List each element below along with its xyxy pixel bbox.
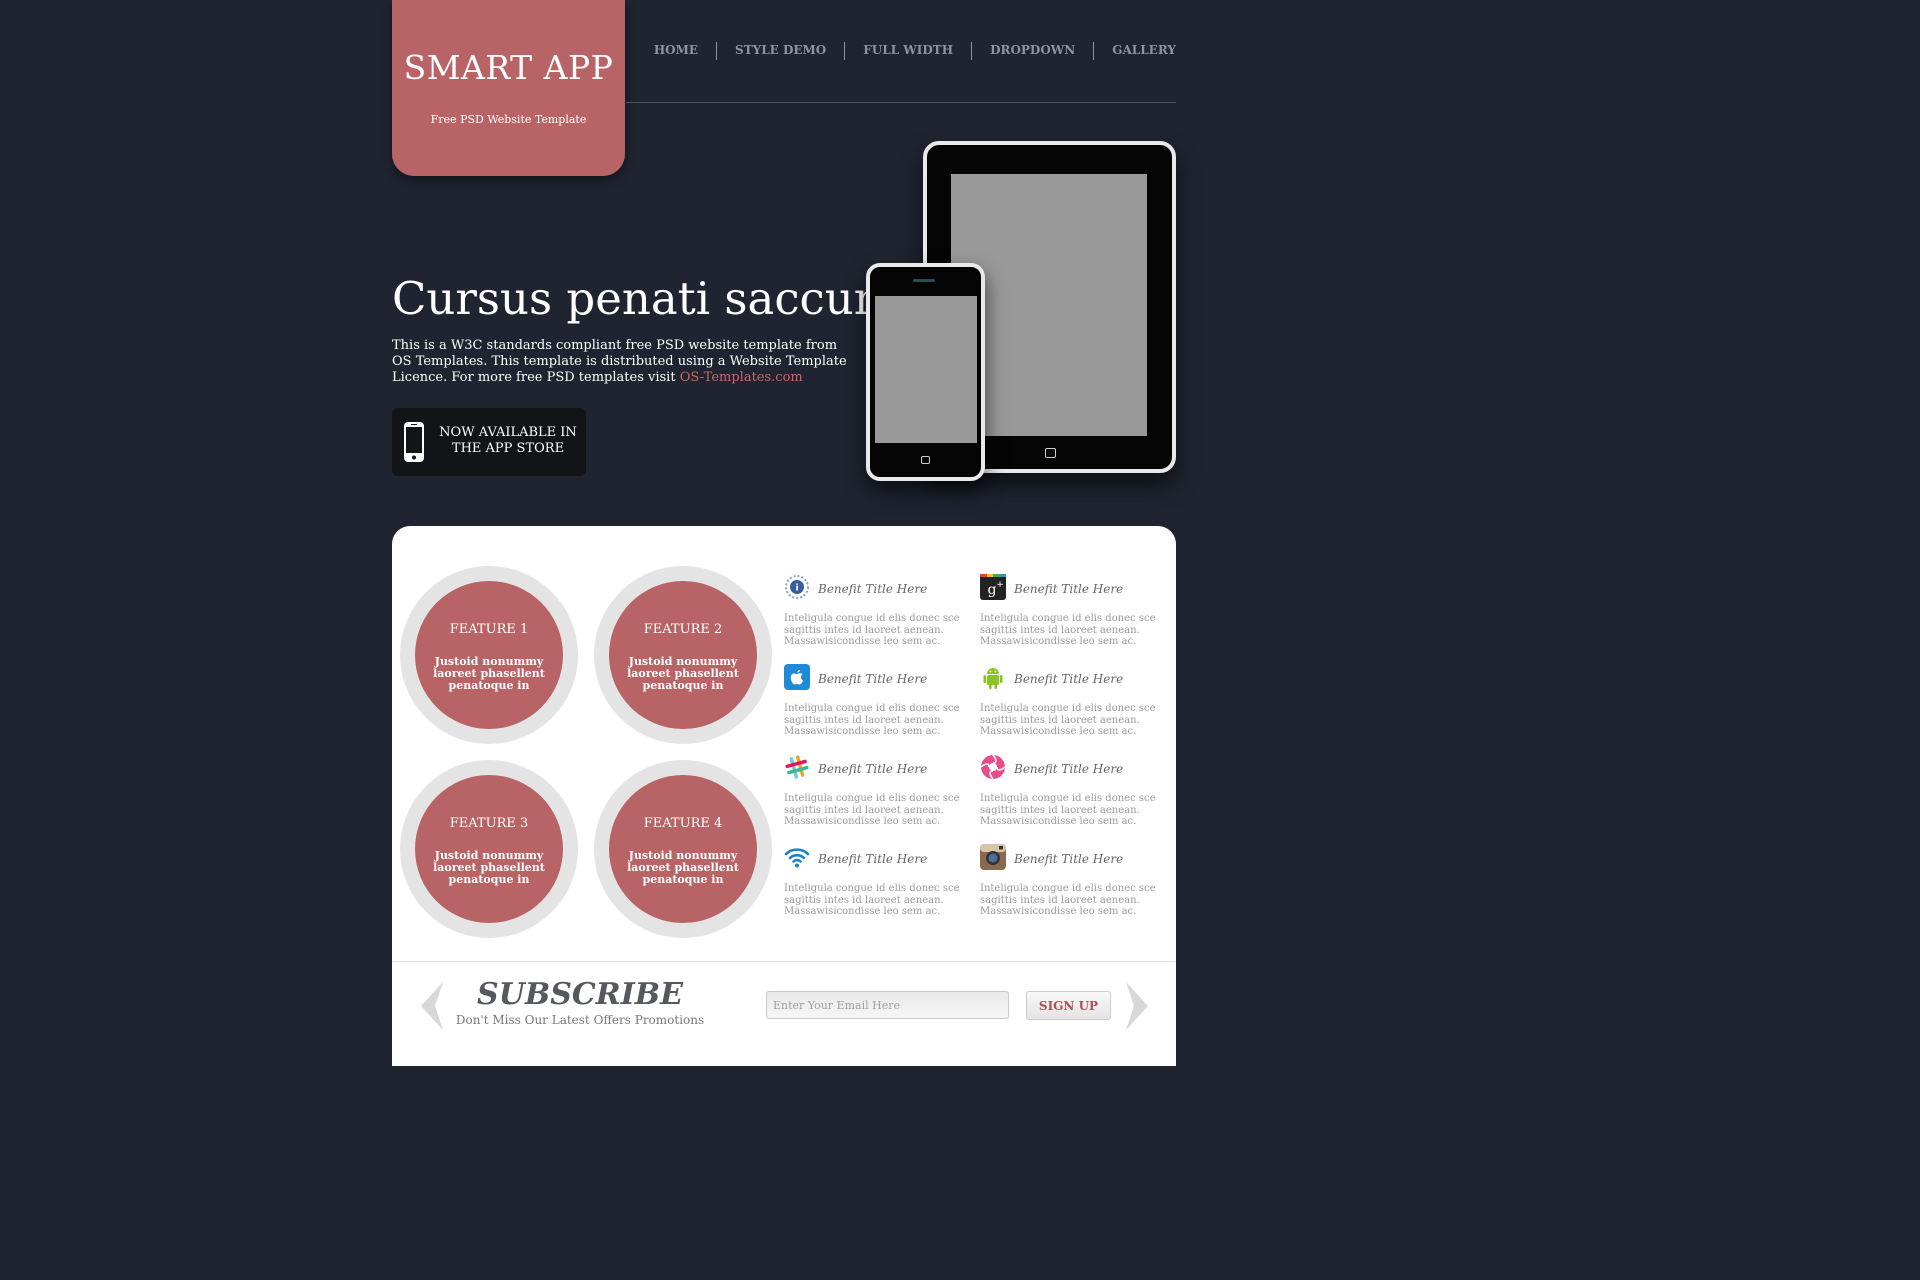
nav-item-dropdown[interactable]: DROPDOWN	[971, 42, 1093, 60]
logo-subtitle: Free PSD Website Template	[430, 113, 587, 126]
feature-2[interactable]: FEATURE 2 Justoid nonummy laoreet phasel…	[609, 581, 757, 729]
benefit-text: Inteligula congue id elis donec sce sagi…	[980, 883, 1156, 917]
email-input[interactable]	[766, 991, 1009, 1019]
svg-text:i: i	[795, 584, 798, 594]
app-store-label: NOW AVAILABLE IN THE APP STORE	[438, 425, 578, 457]
benefit-title[interactable]: Benefit Title Here	[818, 762, 927, 776]
apple-icon	[784, 664, 810, 690]
subscribe-divider	[392, 961, 1176, 962]
nav-item-gallery[interactable]: GALLERY	[1093, 42, 1176, 60]
hero-text: This is a W3C standards compliant free P…	[392, 338, 854, 386]
feature-3[interactable]: FEATURE 3 Justoid nonummy laoreet phasel…	[415, 775, 563, 923]
subscribe-title: SUBSCRIBE	[477, 977, 683, 1012]
phone-home-button	[921, 456, 930, 464]
benefit-title[interactable]: Benefit Title Here	[818, 672, 927, 686]
benefit-text: Inteligula congue id elis donec sce sagi…	[980, 793, 1156, 827]
feature-title: FEATURE 4	[643, 816, 723, 831]
svg-text:g: g	[988, 582, 997, 598]
benefit-title[interactable]: Benefit Title Here	[1014, 762, 1123, 776]
tablet-home-button	[1045, 448, 1056, 458]
benefit-title[interactable]: Benefit Title Here	[818, 582, 927, 596]
dribbble-icon	[980, 754, 1006, 780]
feature-text: Justoid nonummy laoreet phasellent penat…	[433, 655, 545, 692]
feature-1[interactable]: FEATURE 1 Justoid nonummy laoreet phasel…	[415, 581, 563, 729]
logo-box[interactable]: SMART APP Free PSD Website Template	[392, 0, 625, 176]
feature-title: FEATURE 2	[643, 622, 723, 637]
feature-circle-2: FEATURE 2 Justoid nonummy laoreet phasel…	[594, 566, 772, 744]
benefit-title[interactable]: Benefit Title Here	[1014, 672, 1123, 686]
sign-up-button[interactable]: SIGN UP	[1026, 991, 1111, 1020]
badge-icon: i	[785, 575, 809, 599]
subscribe-subtitle: Don't Miss Our Latest Offers Promotions	[455, 1013, 705, 1027]
feature-text: Justoid nonummy laoreet phasellent penat…	[627, 655, 739, 692]
main-nav: HOME STYLE DEMO FULL WIDTH DROPDOWN GALL…	[654, 42, 1176, 60]
os-templates-link[interactable]: OS-Templates.com	[680, 370, 803, 385]
benefit-text: Inteligula congue id elis donec sce sagi…	[784, 703, 960, 737]
feature-title: FEATURE 3	[449, 816, 529, 831]
app-store-label-line2: THE APP STORE	[451, 441, 565, 456]
benefit-text: Inteligula congue id elis donec sce sagi…	[784, 883, 960, 917]
chevron-left-icon[interactable]	[416, 980, 446, 1032]
feature-circle-3: FEATURE 3 Justoid nonummy laoreet phasel…	[400, 760, 578, 938]
hero-title: Cursus penati saccum.	[392, 272, 911, 325]
benefit-text: Inteligula congue id elis donec sce sagi…	[980, 613, 1156, 647]
feature-text: Justoid nonummy laoreet phasellent penat…	[627, 849, 739, 886]
android-icon	[983, 668, 1003, 689]
nav-item-style-demo[interactable]: STYLE DEMO	[716, 42, 844, 60]
phone-speaker	[913, 279, 935, 282]
wifi-icon	[784, 848, 810, 868]
app-store-label-line1: NOW AVAILABLE IN	[439, 425, 577, 440]
benefit-text: Inteligula congue id elis donec sce sagi…	[784, 793, 960, 827]
chevron-right-icon[interactable]	[1123, 980, 1153, 1032]
benefit-title[interactable]: Benefit Title Here	[818, 852, 927, 866]
instagram-icon	[980, 844, 1006, 870]
nav-divider	[626, 102, 1176, 103]
content-panel: FEATURE 1 Justoid nonummy laoreet phasel…	[392, 526, 1176, 1066]
svg-text:+: +	[996, 580, 1004, 590]
nav-item-full-width[interactable]: FULL WIDTH	[844, 42, 971, 60]
feature-text: Justoid nonummy laoreet phasellent penat…	[433, 849, 545, 886]
benefit-title[interactable]: Benefit Title Here	[1014, 582, 1123, 596]
smartphone-icon	[404, 422, 424, 462]
logo-title: SMART APP	[403, 48, 614, 87]
nav-item-home[interactable]: HOME	[636, 42, 716, 60]
feature-4[interactable]: FEATURE 4 Justoid nonummy laoreet phasel…	[609, 775, 757, 923]
phone-screen	[875, 296, 977, 443]
phone-illustration	[866, 263, 985, 481]
benefit-text: Inteligula congue id elis donec sce sagi…	[980, 703, 1156, 737]
google-plus-icon: g +	[980, 574, 1006, 600]
slack-icon	[785, 755, 809, 779]
feature-circle-4: FEATURE 4 Justoid nonummy laoreet phasel…	[594, 760, 772, 938]
feature-circle-1: FEATURE 1 Justoid nonummy laoreet phasel…	[400, 566, 578, 744]
app-store-button[interactable]: NOW AVAILABLE IN THE APP STORE	[392, 408, 586, 476]
feature-title: FEATURE 1	[449, 622, 529, 637]
benefit-text: Inteligula congue id elis donec sce sagi…	[784, 613, 960, 647]
benefit-title[interactable]: Benefit Title Here	[1014, 852, 1123, 866]
